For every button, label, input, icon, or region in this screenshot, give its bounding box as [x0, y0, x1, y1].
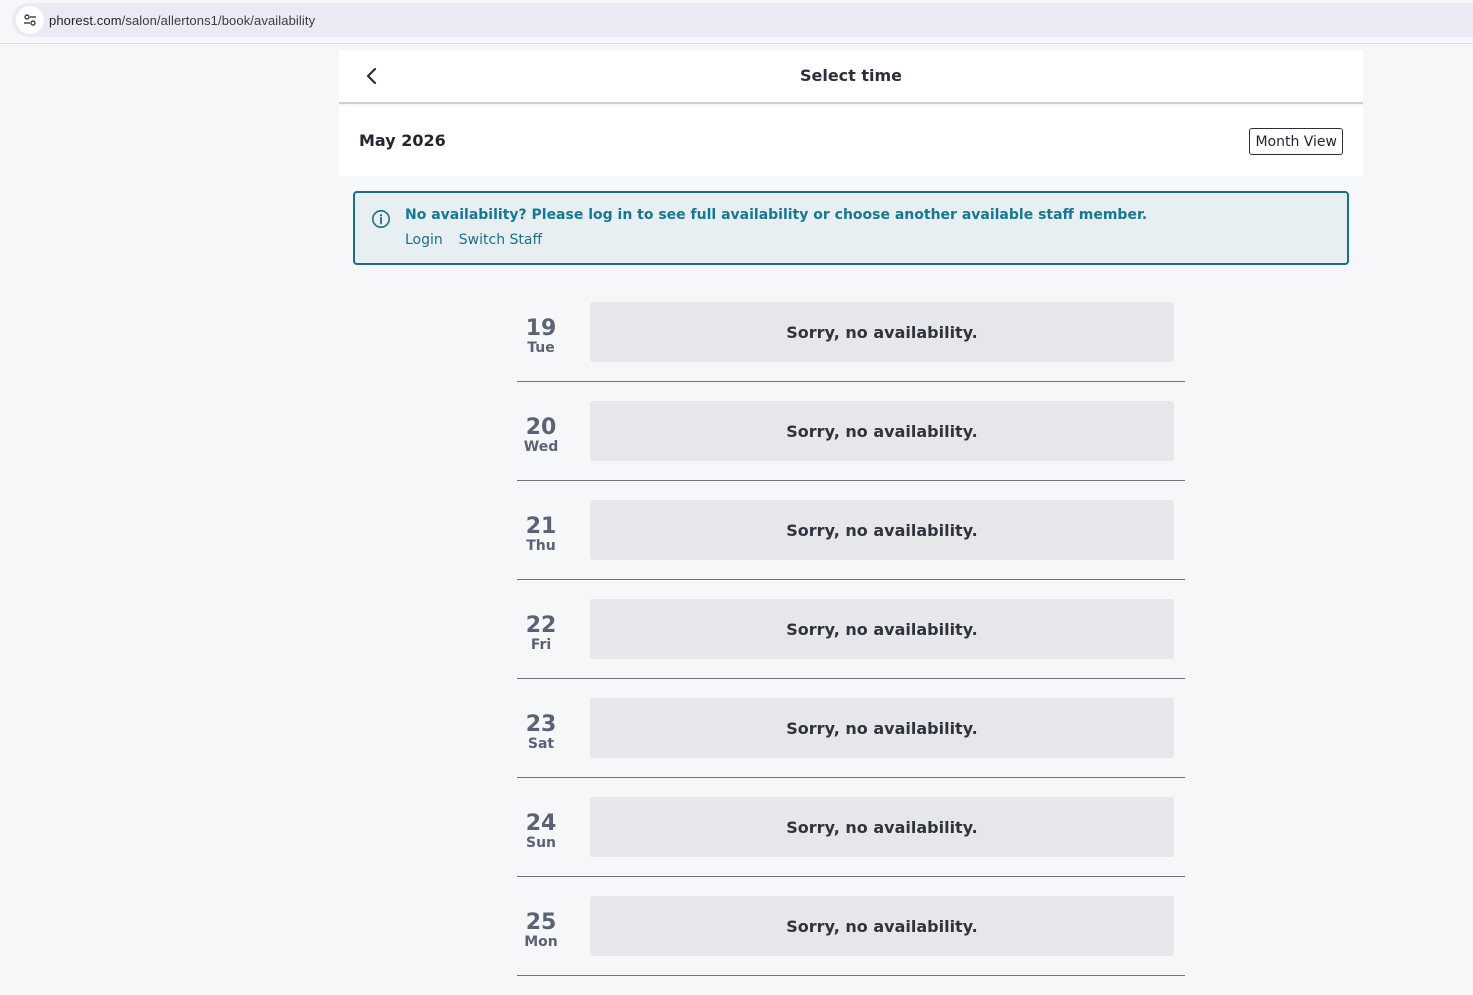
- month-bar: May 2026 Month View: [339, 106, 1363, 176]
- row-divider: [517, 678, 1185, 679]
- row-divider: [517, 480, 1185, 481]
- availability-slot: Sorry, no availability.: [590, 500, 1174, 560]
- day-date: 19: [525, 316, 557, 341]
- day-row: 19 Tue Sorry, no availability.: [517, 302, 1185, 401]
- day-date: 23: [525, 712, 557, 737]
- day-weekday: Sun: [525, 835, 557, 851]
- day-weekday: Tue: [527, 340, 555, 356]
- row-divider: [517, 381, 1185, 382]
- day-weekday: Mon: [524, 934, 558, 950]
- day-weekday: Sat: [527, 736, 555, 752]
- day-date: 22: [525, 613, 557, 638]
- row-divider: [517, 876, 1185, 877]
- availability-slot: Sorry, no availability.: [590, 797, 1174, 857]
- url-text[interactable]: phorest.com/salon/allertons1/book/availa…: [49, 13, 315, 28]
- availability-alert: No availability? Please log in to see fu…: [353, 191, 1349, 265]
- tune-icon[interactable]: [16, 6, 44, 34]
- alert-message: No availability? Please log in to see fu…: [405, 207, 1148, 223]
- page-title: Select time: [799, 66, 903, 85]
- row-divider: [517, 579, 1185, 580]
- day-date: 20: [525, 415, 557, 440]
- day-row: 25 Mon Sorry, no availability.: [517, 896, 1185, 995]
- page-header: Select time: [339, 50, 1363, 104]
- availability-slot: Sorry, no availability.: [590, 698, 1174, 758]
- current-month: May 2026: [359, 131, 446, 150]
- address-bar[interactable]: phorest.com/salon/allertons1/book/availa…: [12, 3, 1473, 37]
- info-icon: [371, 209, 391, 229]
- day-row: 22 Fri Sorry, no availability.: [517, 599, 1185, 698]
- url-host: phorest.com: [49, 12, 122, 28]
- row-divider: [517, 975, 1185, 976]
- day-row: 20 Wed Sorry, no availability.: [517, 401, 1185, 500]
- day-weekday: Wed: [523, 439, 559, 455]
- availability-slot: Sorry, no availability.: [590, 302, 1174, 362]
- day-row: 24 Sun Sorry, no availability.: [517, 797, 1185, 896]
- month-view-button[interactable]: Month View: [1249, 128, 1343, 155]
- day-list: 19 Tue Sorry, no availability. 20 Wed So…: [517, 302, 1185, 995]
- login-link[interactable]: Login: [405, 232, 443, 248]
- url-path: /salon/allertons1/book/availability: [121, 12, 316, 28]
- day-date: 25: [525, 910, 557, 935]
- day-row: 21 Thu Sorry, no availability.: [517, 500, 1185, 599]
- alert-links: Login Switch Staff: [405, 232, 542, 248]
- day-row: 23 Sat Sorry, no availability.: [517, 698, 1185, 797]
- day-date: 21: [525, 514, 557, 539]
- availability-slot: Sorry, no availability.: [590, 896, 1174, 956]
- availability-slot: Sorry, no availability.: [590, 599, 1174, 659]
- day-weekday: Thu: [526, 538, 556, 554]
- switch-staff-link[interactable]: Switch Staff: [459, 232, 542, 248]
- availability-slot: Sorry, no availability.: [590, 401, 1174, 461]
- toolbar-divider: [0, 43, 1473, 44]
- row-divider: [517, 777, 1185, 778]
- day-date: 24: [525, 811, 557, 836]
- day-weekday: Fri: [530, 637, 552, 653]
